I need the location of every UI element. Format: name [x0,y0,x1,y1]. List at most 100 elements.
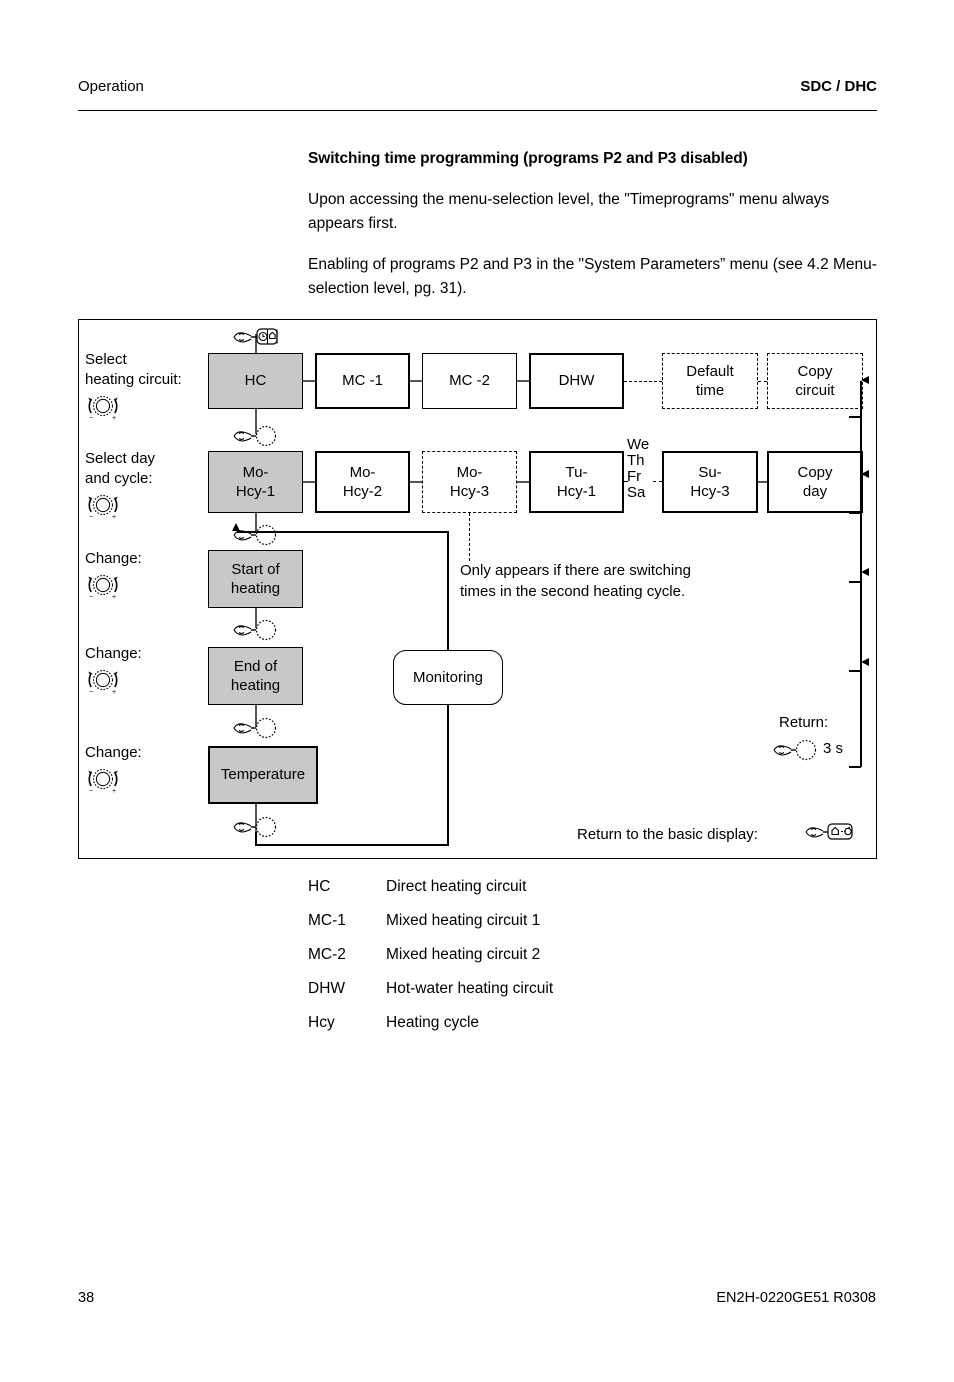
flow-box-start-of-heating[interactable]: Start of heating [208,550,303,608]
flow-box-copy-day[interactable]: Copy day [767,451,863,513]
monitoring-loop-line [447,532,449,651]
monitoring-loop-line [447,705,449,845]
header-divider [78,110,877,111]
flow-box-label-line-2: Hcy-2 [342,483,383,500]
flow-box-monitoring[interactable]: Monitoring [393,650,503,705]
flow-box-mo-hcy-1[interactable]: Mo- Hcy-1 [208,451,303,513]
svg-text:−: − [89,415,93,422]
label-line-2: and cycle: [85,470,153,488]
flow-box-end-of-heating[interactable]: End of heating [208,647,303,705]
glossary-row: DHW Hot-water heating circuit [308,980,808,998]
connector-dashed [624,381,662,382]
flow-box-su-hcy-3[interactable]: Su- Hcy-3 [662,451,758,513]
glossary-key: MC-2 [308,946,346,963]
return-rail-main [860,663,862,767]
label-line-1: Change: [85,744,142,761]
flow-box-copy-circuit[interactable]: Copy circuit [767,353,863,409]
connector [303,481,315,483]
svg-text:−: − [89,594,93,601]
flow-box-label-line-2: Hcy-1 [235,483,276,500]
page-header: Operation SDC / DHC [78,78,877,108]
weekday-item: We [627,436,650,453]
connector [410,380,422,382]
flow-box-label: HC [244,372,267,390]
return-arrowhead [861,470,869,478]
flow-box-label-line-2: heating [230,677,281,694]
hand-press-knob-icon [233,816,277,838]
flow-box-label-line-1: Copy [797,362,833,380]
flow-box-label-line-2: circuit [795,382,835,399]
connector [303,380,315,382]
hand-press-knob-icon [773,739,817,761]
weekday-list: We Th Fr Sa [627,437,649,501]
return-label: Return: [779,714,829,731]
glossary-key: MC-1 [308,912,346,929]
return-rail-main [860,475,862,582]
rotary-knob-icon: − + [88,574,118,601]
flow-box-tu-hcy-1[interactable]: Tu- Hcy-1 [529,451,624,513]
connector-dashed [624,481,628,482]
hand-press-timeprogram-button-icon [233,328,278,345]
label-change-start-of-heating: Change: [85,549,142,569]
page-number: 38 [78,1290,95,1306]
flow-box-label: Temperature [220,766,306,784]
flow-box-label-line-1: Tu- [565,463,588,481]
label-select-day-and-cycle: Select day and cycle: [85,449,155,489]
flow-box-mo-hcy-3[interactable]: Mo- Hcy-3 [422,451,517,513]
note-callout-line [469,513,470,561]
svg-text:−: − [89,689,93,696]
flow-box-label-line-2: heating [230,580,281,597]
label-line-2: heating circuit: [85,371,182,389]
intro-paragraph-1: Upon accessing the menu-selection level,… [308,191,830,232]
flow-box-label-line-1: Mo- [349,463,376,481]
flow-box-label-line-1: Mo- [456,463,483,481]
weekday-item: Sa [627,483,646,501]
hand-press-knob-icon [233,425,277,447]
flow-box-label-line-2: day [802,483,828,500]
hand-press-knob-icon [233,619,277,641]
return-arrowhead [861,568,869,576]
flow-box-temperature[interactable]: Temperature [208,746,318,804]
flow-box-label: DHW [558,372,595,390]
flow-box-label: MC -2 [449,372,490,390]
label-change-temperature: Change: [85,743,142,763]
label-select-heating-circuit: Select heating circuit: [85,350,182,390]
label-line-1: Change: [85,550,142,567]
flow-box-mc-2[interactable]: MC -2 [422,353,517,409]
monitoring-loop-line [237,531,449,533]
svg-text:−: − [89,514,93,521]
flow-box-hc[interactable]: HC [208,353,303,409]
flow-box-mo-hcy-2[interactable]: Mo- Hcy-2 [315,451,410,513]
label-line-1: Select day [85,450,156,467]
svg-text:+: + [112,514,116,521]
glossary-key: Hcy [308,1014,335,1031]
flow-box-dhw[interactable]: DHW [529,353,624,409]
flow-box-default-time[interactable]: Default time [662,353,758,409]
flow-diagram: Select heating circuit: − + Select day a… [78,319,877,859]
return-duration: 3 s [823,740,844,757]
monitoring-loop-line [255,844,449,846]
label-change-end-of-heating: Change: [85,644,142,664]
section-heading: Switching time programming (programs P2 … [308,150,748,167]
note-line-1: Only appears if there are switching [460,562,691,579]
glossary-value: Hot-water heating circuit [386,980,554,997]
return-rail-segment [849,766,861,768]
flow-box-label-line-1: Default [686,362,734,380]
intro-paragraph-2: Enabling of programs P2 and P3 in the "S… [308,256,877,297]
glossary-row: MC-2 Mixed heating circuit 2 [308,946,808,964]
flow-box-label-line-1: Start of [231,560,280,578]
header-section-label: Operation [78,78,144,95]
glossary-value: Mixed heating circuit 2 [386,946,541,963]
flow-box-label-line-1: Mo- [242,463,269,481]
rotary-knob-icon: − + [88,395,118,422]
weekday-item: Fr [627,467,642,485]
connector [517,380,529,382]
svg-text:+: + [112,689,116,696]
hand-press-home-button-icon [805,823,853,840]
hand-press-knob-icon [233,717,277,739]
svg-text:+: + [112,788,116,795]
rotary-knob-icon: − + [88,669,118,696]
monitoring-loop-arrowhead [232,523,240,531]
flow-box-mc-1[interactable]: MC -1 [315,353,410,409]
glossary-value: Direct heating circuit [386,878,527,895]
